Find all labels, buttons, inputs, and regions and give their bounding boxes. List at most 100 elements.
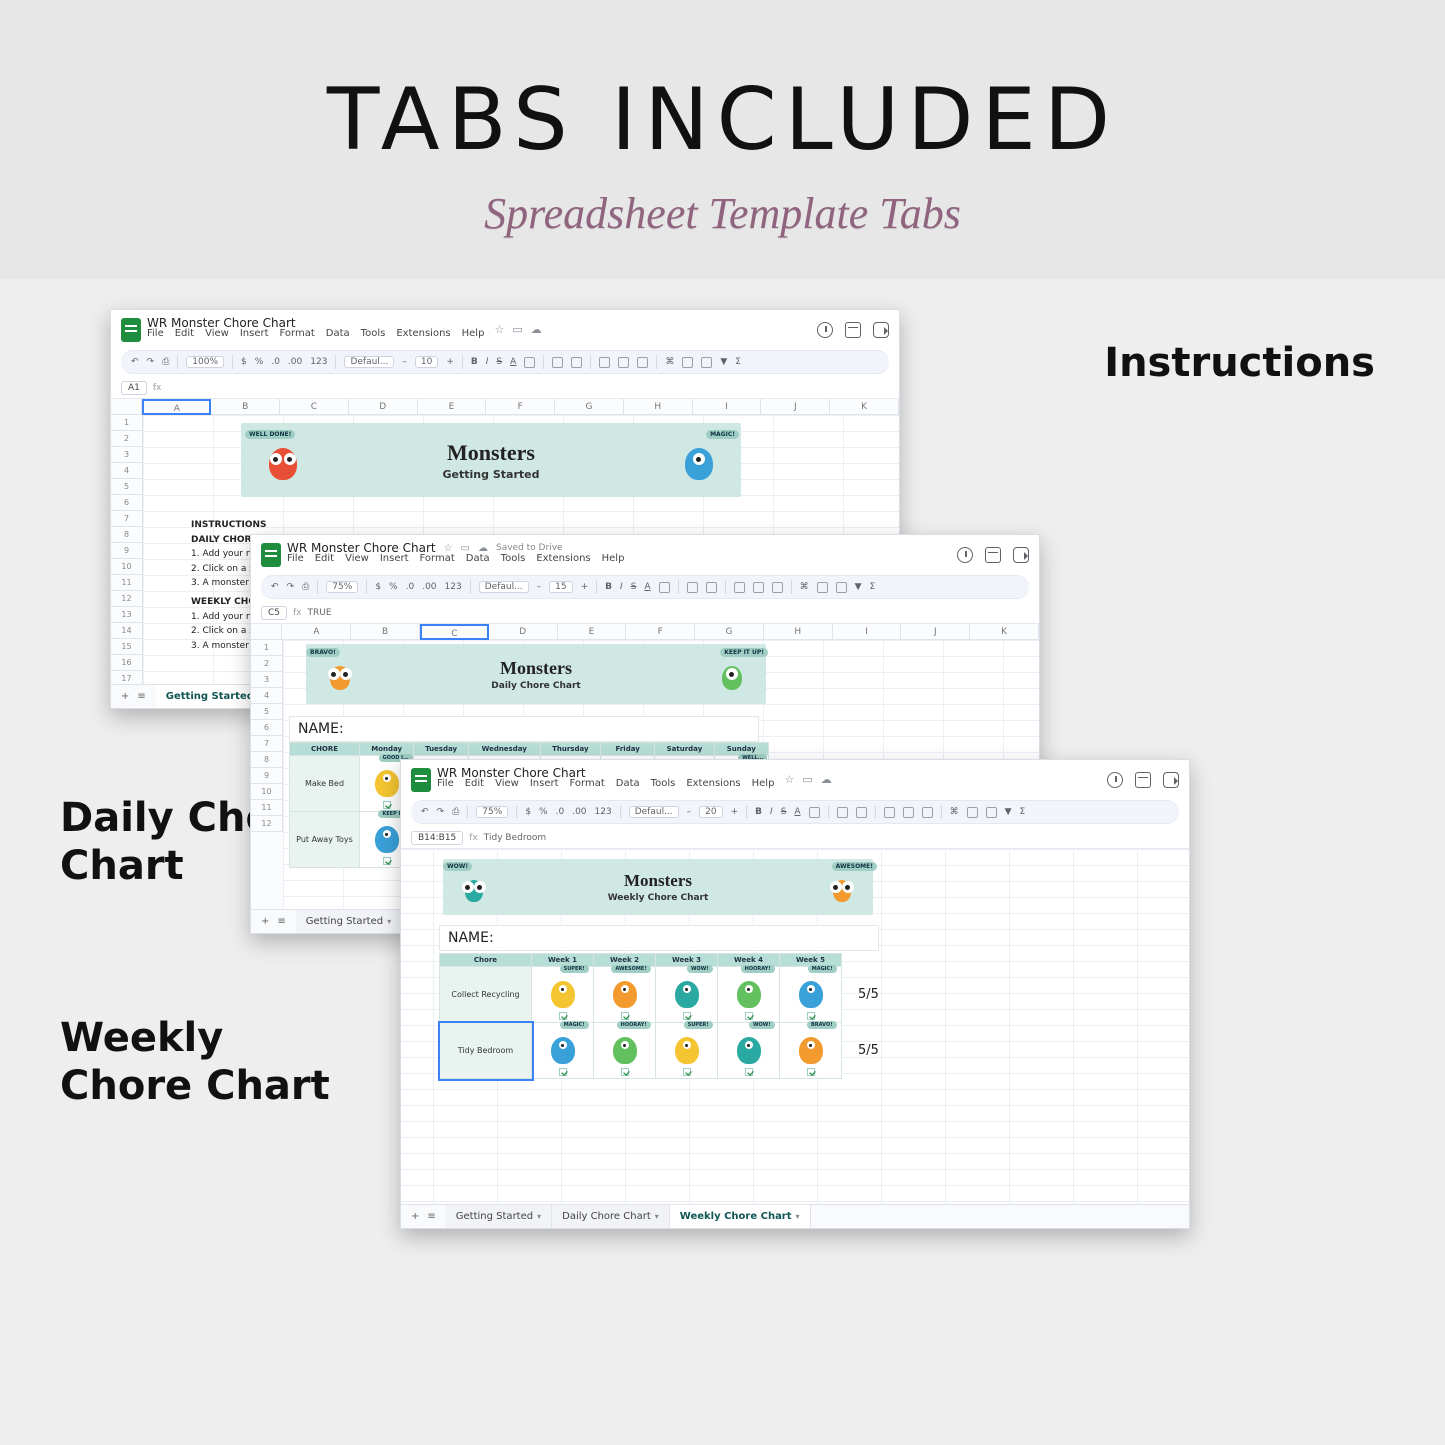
history-icon[interactable]	[1107, 772, 1123, 788]
formula-bar[interactable]: Tidy Bedroom	[484, 833, 546, 843]
chore-collect-recycling[interactable]: Collect Recycling	[440, 967, 532, 1023]
sheets-logo-icon	[121, 318, 141, 342]
menu-file[interactable]: File	[147, 328, 164, 339]
menu-bar: FileEditViewInsertFormatDataToolsExtensi…	[287, 553, 624, 568]
hero: TABS INCLUDED Spreadsheet Template Tabs	[0, 0, 1445, 279]
fontsize-input[interactable]: 10	[415, 356, 438, 368]
monster-red-icon: WELL DONE!	[259, 436, 307, 484]
add-sheet-button[interactable]: +	[121, 691, 129, 702]
label-weekly: Weekly Chore Chart	[60, 1014, 340, 1110]
name-box[interactable]: A1	[121, 381, 147, 395]
move-icon[interactable]: ▭	[512, 323, 522, 336]
chore-checkbox[interactable]	[383, 801, 391, 809]
saved-to-drive: Saved to Drive	[496, 543, 563, 553]
toolbar: ↶↷⎙ 75% $%.0.00123 Defaul... –15+ BISA ⌘…	[261, 575, 1029, 599]
chore-tidy-bedroom[interactable]: Tidy Bedroom	[440, 1023, 532, 1079]
italic-button[interactable]: I	[486, 357, 489, 367]
menu-help[interactable]: Help	[462, 328, 485, 339]
font-select[interactable]: Defaul...	[344, 356, 394, 368]
name-box[interactable]: B14:B15	[411, 831, 463, 845]
week-checkbox[interactable]	[559, 1012, 567, 1020]
redo-icon[interactable]: ↷	[147, 357, 155, 367]
add-sheet-button[interactable]: +	[261, 916, 269, 927]
chore-make-bed[interactable]: Make Bed	[290, 756, 360, 812]
stage: Instructions Daily Chore Chart Weekly Ch…	[0, 279, 1445, 1379]
menu-edit[interactable]: Edit	[175, 328, 194, 339]
move-icon[interactable]: ▭	[802, 773, 812, 786]
name-box[interactable]: C5	[261, 606, 287, 620]
monster-green-icon: KEEP IT UP!	[712, 654, 752, 694]
menu-insert[interactable]: Insert	[240, 328, 269, 339]
valign-button[interactable]	[618, 357, 629, 368]
move-icon[interactable]: ▭	[461, 543, 470, 554]
tab-weekly[interactable]: Weekly Chore Chart▾	[670, 1205, 811, 1228]
comments-icon[interactable]	[985, 547, 1001, 563]
comments-icon[interactable]	[845, 322, 861, 338]
link-icon[interactable]: ⌘	[665, 357, 674, 367]
fx-icon: fx	[153, 383, 162, 393]
column-headers: A BCDEFGHIJK	[111, 399, 899, 415]
score-row-2: 5/5	[842, 1023, 881, 1079]
cloud-icon[interactable]: ☁	[531, 323, 542, 336]
zoom-select[interactable]: 75%	[326, 581, 358, 593]
banner-instructions: WELL DONE! Monsters Getting Started MAGI…	[241, 423, 741, 497]
menu-format[interactable]: Format	[280, 328, 315, 339]
zoom-select[interactable]: 75%	[476, 806, 508, 818]
bold-button[interactable]: B	[471, 357, 478, 367]
meet-icon[interactable]	[1013, 547, 1029, 563]
star-icon[interactable]: ☆	[494, 323, 504, 336]
name-field[interactable]: NAME:	[289, 716, 759, 742]
star-icon[interactable]: ☆	[444, 543, 453, 554]
zoom-select[interactable]: 100%	[186, 356, 224, 368]
add-sheet-button[interactable]: +	[411, 1211, 419, 1222]
score-row-1: 5/5	[842, 967, 881, 1023]
strike-button[interactable]: S	[496, 357, 502, 367]
all-sheets-button[interactable]: ≡	[277, 916, 285, 927]
menu-tools[interactable]: Tools	[361, 328, 386, 339]
meet-icon[interactable]	[873, 322, 889, 338]
print-icon[interactable]: ⎙	[162, 357, 169, 367]
row-headers: 1234567891011121314151617	[111, 415, 143, 699]
star-icon[interactable]: ☆	[784, 773, 794, 786]
banner-daily: BRAVO! Monsters Daily Chore Chart KEEP I…	[306, 644, 766, 704]
monster-blue-icon: MAGIC!	[675, 436, 723, 484]
history-icon[interactable]	[817, 322, 833, 338]
filter-icon[interactable]: ▼	[720, 357, 727, 367]
hero-title: TABS INCLUDED	[40, 70, 1405, 170]
merge-button[interactable]	[571, 357, 582, 368]
all-sheets-button[interactable]: ≡	[137, 691, 145, 702]
cloud-icon[interactable]: ☁	[821, 773, 832, 786]
sheets-logo-icon	[411, 768, 431, 792]
comments-icon[interactable]	[1135, 772, 1151, 788]
chore-put-away-toys[interactable]: Put Away Toys	[290, 812, 360, 868]
menu-view[interactable]: View	[205, 328, 229, 339]
chart-icon[interactable]	[701, 357, 712, 368]
name-field[interactable]: NAME:	[439, 925, 879, 951]
monster-orange-icon: AWESOME!	[823, 868, 861, 906]
menu-bar: File Edit View Insert Format Data Tools …	[147, 328, 484, 343]
menu-extensions[interactable]: Extensions	[396, 328, 450, 339]
weekly-chore-table: Chore Week 1 Week 2 Week 3 Week 4 Week 5…	[439, 953, 881, 1079]
meet-icon[interactable]	[1163, 772, 1179, 788]
halign-button[interactable]	[599, 357, 610, 368]
fill-button[interactable]	[524, 357, 535, 368]
wrap-button[interactable]	[637, 357, 648, 368]
tab-getting-started[interactable]: Getting Started▾	[296, 910, 402, 933]
comment-icon[interactable]	[682, 357, 693, 368]
history-icon[interactable]	[957, 547, 973, 563]
menu-data[interactable]: Data	[326, 328, 350, 339]
cloud-icon[interactable]: ☁	[478, 543, 488, 554]
tab-getting-started[interactable]: Getting Started▾	[446, 1205, 552, 1228]
label-instructions: Instructions	[1104, 339, 1375, 387]
sheets-logo-icon	[261, 543, 281, 567]
undo-icon[interactable]: ↶	[131, 357, 139, 367]
banner-subtitle: Getting Started	[307, 468, 675, 481]
window-weekly: WR Monster Chore Chart FileEditViewInser…	[400, 759, 1190, 1229]
all-sheets-button[interactable]: ≡	[427, 1211, 435, 1222]
tab-daily[interactable]: Daily Chore Chart▾	[552, 1205, 670, 1228]
banner-weekly: WOW! Monsters Weekly Chore Chart AWESOME…	[443, 859, 873, 915]
borders-button[interactable]	[552, 357, 563, 368]
monster-orange-icon: BRAVO!	[320, 654, 360, 694]
underline-button[interactable]: A	[510, 357, 516, 367]
formula-bar[interactable]: TRUE	[308, 608, 332, 618]
